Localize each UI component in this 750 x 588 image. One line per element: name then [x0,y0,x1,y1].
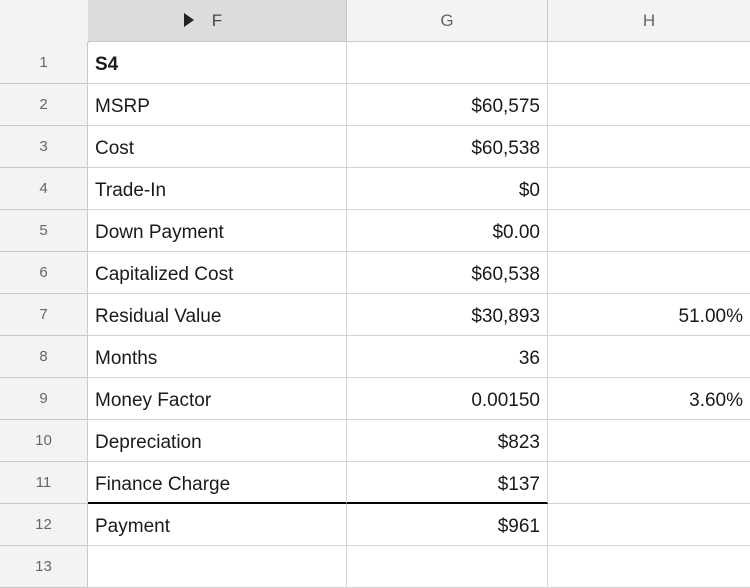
cell-g5[interactable]: $0.00 [347,210,548,252]
column-header-f[interactable]: F [88,0,347,42]
cell-g2[interactable]: $60,575 [347,84,548,126]
spreadsheet-grid: F G H 1 S4 2 MSRP $60,575 3 Cost $60,538 4 Trade-… [0,0,750,588]
column-label-g: G [440,11,454,30]
cell-h1[interactable] [548,42,750,84]
row-header[interactable]: 9 [0,378,88,420]
triangle-right-icon[interactable] [184,13,194,27]
cell-f6[interactable]: Capitalized Cost [88,252,347,294]
cell-g11[interactable]: $137 [347,462,548,504]
cell-g7[interactable]: $30,893 [347,294,548,336]
cell-h12[interactable] [548,504,750,546]
row-header[interactable]: 11 [0,462,88,504]
cell-f4[interactable]: Trade-In [88,168,347,210]
column-header-h[interactable]: H [548,0,750,42]
cell-f12[interactable]: Payment [88,504,347,546]
cell-g9[interactable]: 0.00150 [347,378,548,420]
cell-f10[interactable]: Depreciation [88,420,347,462]
cell-h13[interactable] [548,546,750,588]
cell-h10[interactable] [548,420,750,462]
row-header[interactable]: 4 [0,168,88,210]
row-header[interactable]: 8 [0,336,88,378]
cell-h7[interactable]: 51.00% [548,294,750,336]
cell-f3[interactable]: Cost [88,126,347,168]
cell-f5[interactable]: Down Payment [88,210,347,252]
cell-f2[interactable]: MSRP [88,84,347,126]
cell-h5[interactable] [548,210,750,252]
row-header[interactable]: 2 [0,84,88,126]
row-header[interactable]: 7 [0,294,88,336]
cell-h8[interactable] [548,336,750,378]
cell-f9[interactable]: Money Factor [88,378,347,420]
row-header[interactable]: 3 [0,126,88,168]
cell-h11[interactable] [548,462,750,504]
cell-g8[interactable]: 36 [347,336,548,378]
cell-g6[interactable]: $60,538 [347,252,548,294]
cell-f8[interactable]: Months [88,336,347,378]
row-header[interactable]: 6 [0,252,88,294]
row-header[interactable]: 10 [0,420,88,462]
column-label-h: H [642,11,656,30]
cell-g13[interactable] [347,546,548,588]
cell-h9[interactable]: 3.60% [548,378,750,420]
cell-h2[interactable] [548,84,750,126]
row-header[interactable]: 13 [0,546,88,588]
select-all-corner[interactable] [0,0,89,43]
cell-g10[interactable]: $823 [347,420,548,462]
cell-h6[interactable] [548,252,750,294]
row-header[interactable]: 5 [0,210,88,252]
cell-f1[interactable]: S4 [88,42,347,84]
cell-f11[interactable]: Finance Charge [88,462,347,504]
cell-g12[interactable]: $961 [347,504,548,546]
row-header[interactable]: 12 [0,504,88,546]
cell-g4[interactable]: $0 [347,168,548,210]
row-header[interactable]: 1 [0,42,88,84]
cell-g1[interactable] [347,42,548,84]
cell-g3[interactable]: $60,538 [347,126,548,168]
cell-f7[interactable]: Residual Value [88,294,347,336]
cell-h4[interactable] [548,168,750,210]
cell-h3[interactable] [548,126,750,168]
column-header-g[interactable]: G [347,0,548,42]
cell-f13[interactable] [88,546,347,588]
column-label-f: F [211,11,223,30]
